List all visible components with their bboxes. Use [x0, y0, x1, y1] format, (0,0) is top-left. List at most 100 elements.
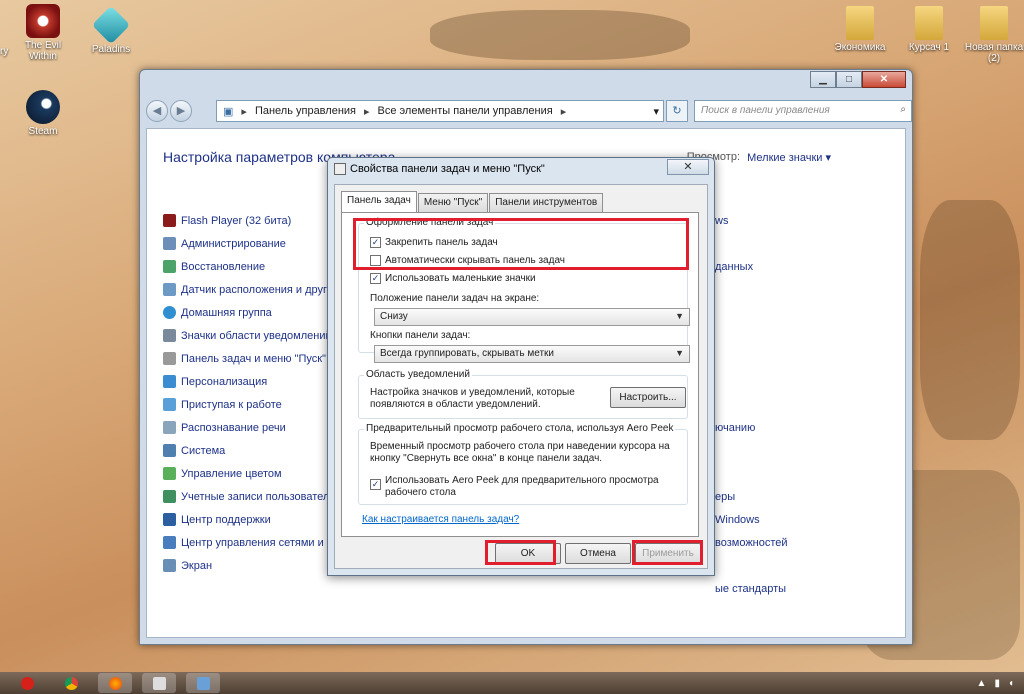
list-item[interactable]: ючанию	[715, 416, 825, 439]
taskbar-icon	[334, 163, 346, 175]
list-item[interactable]: Датчик расположения и друг	[163, 278, 333, 301]
list-item[interactable]: возможностей	[715, 531, 825, 554]
list-item[interactable]: Значки области уведомлений	[163, 324, 333, 347]
list-item[interactable]: Панель задач и меню "Пуск"	[163, 347, 333, 370]
desktop-icon-paladins[interactable]: Paladins	[79, 5, 143, 55]
list-item[interactable]: Управление цветом	[163, 462, 333, 485]
user-accounts-icon	[163, 490, 176, 503]
item-label: Восстановление	[181, 260, 266, 273]
desktop-icon-the-evil-within[interactable]: The Evil Within	[11, 4, 75, 62]
background-tree	[920, 200, 1020, 440]
desktop-icon-label: Paladins	[91, 44, 131, 55]
network-icon[interactable]: ▮	[994, 678, 1000, 689]
taskbar-chrome[interactable]	[54, 673, 88, 693]
tab-taskbar[interactable]: Панель задач	[341, 191, 417, 212]
list-item[interactable]: еры	[715, 485, 825, 508]
dropdown-arrow-icon: ▼	[675, 311, 684, 321]
item-label: Центр поддержки	[181, 513, 271, 526]
list-item[interactable]: Восстановление	[163, 255, 333, 278]
desktop-icon-kursach[interactable]: Курсач 1	[897, 6, 961, 53]
small-icons-checkbox[interactable]: ✓ Использовать маленькие значки	[370, 273, 536, 284]
refresh-icon[interactable]: ↻	[666, 100, 688, 122]
flash-icon	[163, 214, 176, 227]
list-item[interactable]: Экран	[163, 554, 333, 577]
item-label: Администрирование	[181, 237, 286, 250]
list-item[interactable]: Windows	[715, 508, 825, 531]
control-panel-icon: ▣	[223, 105, 234, 118]
list-item[interactable]: Персонализация	[163, 370, 333, 393]
address-bar[interactable]: ▣ ▸ Панель управления ▸ Все элементы пан…	[216, 100, 664, 122]
aero-peek-checkbox[interactable]: ✓ Использовать Aero Peek для предварител…	[370, 475, 670, 499]
personalization-icon	[163, 375, 176, 388]
list-item	[715, 439, 825, 462]
tab-start-menu[interactable]: Меню "Пуск"	[417, 193, 489, 212]
dialog-title: Свойства панели задач и меню "Пуск"	[350, 163, 545, 175]
address-dropdown-icon[interactable]: ▾	[653, 105, 659, 118]
item-label: Управление цветом	[181, 467, 282, 480]
desktop-icon-ekonomika[interactable]: Экономика	[828, 6, 892, 53]
volume-icon[interactable]: ◖	[1008, 678, 1014, 689]
maximize-button[interactable]: □	[836, 71, 862, 88]
list-item[interactable]: Центр управления сетями и о	[163, 531, 333, 554]
desktop-icon-new-folder[interactable]: Новая папка (2)	[962, 6, 1024, 64]
item-label: Значки области уведомлений	[181, 329, 332, 342]
taskbar-control-panel[interactable]	[186, 673, 220, 693]
cancel-button[interactable]: Отмена	[565, 543, 631, 564]
dialog-close-button[interactable]: ✕	[667, 159, 709, 175]
highlight-appearance-box	[353, 218, 689, 270]
desktop-icon-steam[interactable]: Steam	[11, 90, 75, 137]
aero-peek-legend: Предварительный просмотр рабочего стола,…	[364, 423, 676, 434]
list-item[interactable]: ws	[715, 209, 825, 232]
taskbar-properties[interactable]	[142, 673, 176, 693]
minimize-button[interactable]: ▁	[810, 71, 836, 88]
breadcrumb-separator-icon: ▸	[364, 105, 370, 118]
list-item[interactable]: Центр поддержки	[163, 508, 333, 531]
list-item[interactable]: Приступая к работе	[163, 393, 333, 416]
window-close-button[interactable]: ✕	[862, 71, 906, 88]
position-select[interactable]: Снизу ▼	[374, 308, 690, 326]
recovery-icon	[163, 260, 176, 273]
taskbar-buttons-select[interactable]: Всегда группировать, скрывать метки ▼	[374, 345, 690, 363]
list-item[interactable]: Распознавание речи	[163, 416, 333, 439]
firefox-icon	[108, 676, 122, 690]
tray-icon[interactable]: ▲	[977, 678, 987, 689]
list-item[interactable]: Домашняя группа	[163, 301, 333, 324]
search-input[interactable]: Поиск в панели управления ⌕	[694, 100, 912, 122]
customize-button[interactable]: Настроить...	[610, 387, 686, 408]
list-item[interactable]: ые стандарты	[715, 577, 825, 600]
getting-started-icon	[163, 398, 176, 411]
system-icon	[163, 444, 176, 457]
item-label: Экран	[181, 559, 213, 572]
back-arrow-icon[interactable]: ◀	[146, 100, 168, 122]
speech-recognition-icon	[163, 421, 176, 434]
item-label: Учетные записи пользовател	[181, 490, 330, 503]
breadcrumb-control-panel[interactable]: Панель управления	[255, 105, 356, 117]
list-item[interactable]: Flash Player (32 бита)	[163, 209, 333, 232]
forward-arrow-icon[interactable]: ▶	[170, 100, 192, 122]
list-item	[715, 393, 825, 416]
notification-icons-icon	[163, 329, 176, 342]
view-mode-dropdown[interactable]: Мелкие значки ▾	[747, 151, 831, 164]
list-item[interactable]: данных	[715, 255, 825, 278]
list-item[interactable]: Система	[163, 439, 333, 462]
breadcrumb-all-items[interactable]: Все элементы панели управления	[378, 105, 553, 117]
list-item[interactable]: Учетные записи пользовател	[163, 485, 333, 508]
start-button[interactable]	[10, 673, 44, 693]
tab-toolbars[interactable]: Панели инструментов	[489, 193, 604, 212]
taskbar-firefox[interactable]	[98, 673, 132, 693]
view-mode-value: Мелкие значки	[747, 152, 823, 164]
aero-peek-text: Временный просмотр рабочего стола при на…	[370, 441, 670, 464]
desktop-icon-label: Экономика	[834, 42, 886, 53]
item-label: Распознавание речи	[181, 421, 286, 434]
folder-icon	[846, 6, 874, 40]
taskbar-help-link[interactable]: Как настраивается панель задач?	[362, 514, 519, 525]
close-icon: ✕	[683, 161, 693, 173]
desktop-icon-label: Новая папка (2)	[964, 42, 1024, 64]
position-value: Снизу	[380, 311, 408, 322]
search-icon[interactable]: ⌕	[900, 104, 906, 115]
breadcrumb-separator-icon: ▸	[241, 105, 247, 118]
desktop-icon-label: Курсач 1	[908, 42, 950, 53]
checkbox-checked-icon: ✓	[370, 273, 381, 284]
network-center-icon	[163, 536, 176, 549]
list-item[interactable]: Администрирование	[163, 232, 333, 255]
